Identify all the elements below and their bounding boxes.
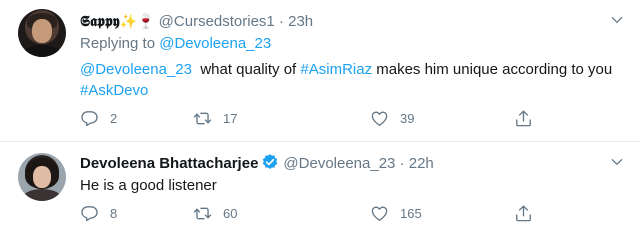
action-bar: 2 17 39: [80, 109, 550, 129]
tweet-text-segment: makes him unique according to you: [372, 61, 613, 78]
share-button[interactable]: [514, 204, 533, 223]
reply-count: 8: [110, 206, 118, 221]
share-button[interactable]: [514, 109, 533, 128]
mention-link[interactable]: @Devoleena_23: [80, 61, 192, 78]
avatar[interactable]: [18, 153, 66, 201]
tweet-header: Devoleena Bhattacharjee @Devoleena_23 · 2…: [80, 153, 434, 174]
tweet-text: He is a good listener: [80, 177, 217, 194]
heart-icon: [371, 206, 388, 221]
replying-to-line: Replying to @Devoleena_23: [80, 35, 271, 52]
user-handle[interactable]: @Devoleena_23: [283, 155, 395, 172]
retweet-count: 60: [223, 206, 238, 221]
replying-to-mention[interactable]: @Devoleena_23: [159, 35, 271, 52]
separator-dot: ·: [399, 155, 405, 172]
tweet-text: @Devoleena_23 what quality of #AsimRiaz …: [80, 59, 620, 101]
chevron-down-icon[interactable]: [610, 13, 624, 27]
tweet-text-segment: what quality of: [191, 61, 301, 78]
separator-dot: ·: [278, 13, 284, 30]
like-count: 165: [400, 206, 422, 221]
avatar[interactable]: [18, 9, 66, 57]
verified-badge-icon: [263, 154, 278, 169]
tweet[interactable]: 𝕾𝖆𝖕𝖕𝖞✨🍷 @Cursedstories1 · 23h Replying t…: [0, 0, 640, 141]
reply-button[interactable]: 8: [80, 204, 117, 223]
retweet-count: 17: [223, 111, 238, 126]
timestamp[interactable]: 22h: [409, 155, 434, 172]
reply-icon: [81, 111, 98, 127]
retweet-icon: [193, 112, 212, 125]
like-button[interactable]: 39: [370, 109, 414, 128]
hashtag-link[interactable]: #AskDevo: [80, 82, 148, 99]
retweet-icon: [193, 207, 212, 220]
reply-button[interactable]: 2: [80, 109, 117, 128]
tweet-header: 𝕾𝖆𝖕𝖕𝖞✨🍷 @Cursedstories1 · 23h: [80, 11, 313, 32]
heart-icon: [371, 111, 388, 126]
replying-prefix: Replying to: [80, 35, 156, 52]
user-handle[interactable]: @Cursedstories1: [159, 13, 275, 30]
tweet[interactable]: Devoleena Bhattacharjee @Devoleena_23 · 2…: [0, 141, 640, 242]
share-icon: [516, 205, 531, 222]
reply-count: 2: [110, 111, 118, 126]
display-name[interactable]: 𝕾𝖆𝖕𝖕𝖞: [80, 13, 120, 30]
hashtag-link[interactable]: #AsimRiaz: [300, 61, 372, 78]
timestamp[interactable]: 23h: [288, 13, 313, 30]
retweet-button[interactable]: 60: [193, 204, 237, 223]
display-name[interactable]: Devoleena Bhattacharjee: [80, 155, 258, 172]
like-count: 39: [400, 111, 415, 126]
share-icon: [516, 110, 531, 127]
action-bar: 8 60 165: [80, 204, 550, 224]
reply-icon: [81, 206, 98, 222]
name-emoji: ✨🍷: [119, 13, 155, 29]
retweet-button[interactable]: 17: [193, 109, 237, 128]
like-button[interactable]: 165: [370, 204, 422, 223]
chevron-down-icon[interactable]: [610, 155, 624, 169]
